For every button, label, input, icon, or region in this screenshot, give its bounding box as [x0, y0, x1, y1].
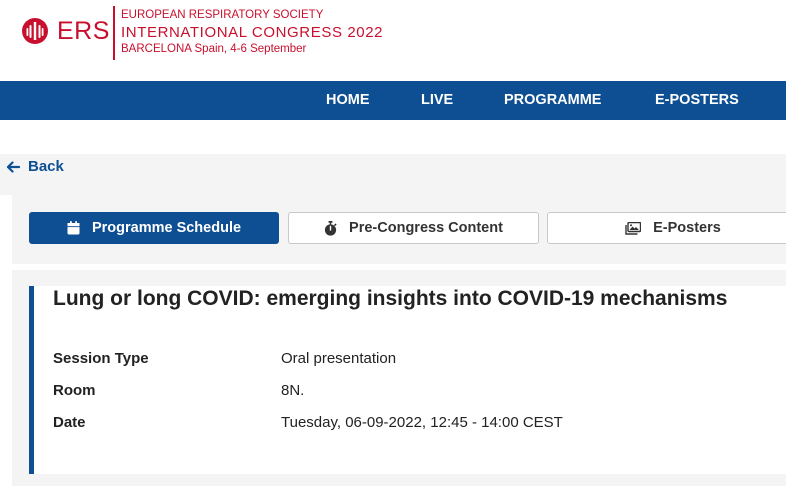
back-label: Back — [28, 158, 64, 175]
session-type-label: Session Type — [53, 350, 149, 367]
date-label: Date — [53, 414, 86, 431]
nav-programme[interactable]: PROGRAMME — [504, 81, 601, 120]
calendar-icon — [67, 221, 80, 235]
back-bar — [0, 154, 786, 195]
logo-divider — [113, 6, 115, 60]
main-nav: HOME LIVE PROGRAMME E-POSTERS — [0, 81, 786, 120]
nav-home[interactable]: HOME — [326, 81, 370, 120]
tab-label: Pre-Congress Content — [349, 220, 503, 236]
ers-logo-icon[interactable] — [22, 18, 48, 44]
society-name: EUROPEAN RESPIRATORY SOCIETY — [121, 9, 324, 21]
site-header: ERS EUROPEAN RESPIRATORY SOCIETY INTERNA… — [0, 0, 786, 81]
tab-pre-congress-content[interactable]: Pre-Congress Content — [288, 212, 539, 244]
tab-e-posters[interactable]: E-Posters — [547, 212, 786, 244]
back-link[interactable]: Back — [6, 153, 64, 181]
session-type-value: Oral presentation — [281, 350, 397, 367]
nav-live[interactable]: LIVE — [421, 81, 453, 120]
tab-label: E-Posters — [653, 220, 721, 236]
logo-acronym[interactable]: ERS — [57, 17, 110, 46]
date-value: Tuesday, 06-09-2022, 12:45 - 14:00 CEST — [281, 414, 563, 431]
session-card — [29, 286, 786, 474]
tab-programme-schedule[interactable]: Programme Schedule — [29, 212, 279, 244]
arrow-left-icon — [6, 161, 20, 173]
nav-e-posters[interactable]: E-POSTERS — [655, 81, 739, 120]
session-title: Lung or long COVID: emerging insights in… — [53, 287, 728, 310]
tab-label: Programme Schedule — [91, 220, 242, 236]
stopwatch-icon — [324, 220, 337, 236]
congress-name: INTERNATIONAL CONGRESS 2022 — [121, 24, 384, 41]
congress-location: BARCELONA Spain, 4-6 September — [121, 43, 307, 55]
room-value: 8N. — [281, 382, 305, 399]
images-icon — [625, 221, 642, 235]
room-label: Room — [53, 382, 96, 399]
